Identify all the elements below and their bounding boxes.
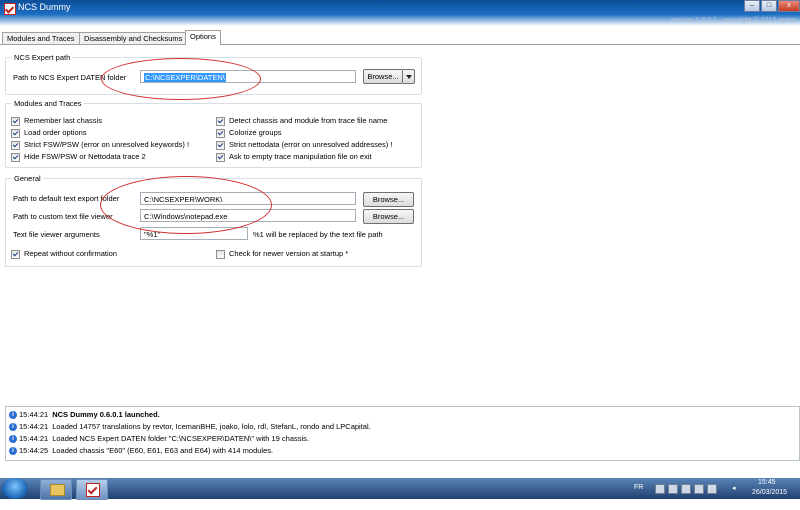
checkbox-box: [216, 141, 225, 150]
check-newer-version-checkbox[interactable]: Check for newer version at startup *: [216, 249, 348, 259]
viewer-args-input[interactable]: "%1": [140, 227, 248, 240]
daten-folder-label: Path to NCS Expert DATEN folder: [13, 73, 127, 82]
export-browse-button[interactable]: Browse...: [363, 192, 414, 207]
browse-dropdown-arrow[interactable]: [403, 69, 415, 84]
checkbox-label: Hide FSW/PSW or Nettodata trace 2: [24, 152, 146, 161]
viewer-args-label: Text file viewer arguments: [13, 230, 100, 239]
ask-empty-trace-checkbox[interactable]: Ask to empty trace manipulation file on …: [216, 152, 372, 162]
info-icon: i: [9, 423, 17, 432]
checkbox-label: Check for newer version at startup *: [229, 249, 349, 258]
tray-network-icon[interactable]: [681, 484, 691, 494]
title-bar[interactable]: NCS Dummy – □ x version 0.6.0.1 - copyri…: [0, 0, 800, 26]
tab-strip: Modules and Traces Disassembly and Check…: [0, 30, 800, 45]
viewer-args-hint: %1 will be replaced by the text file pat…: [253, 230, 383, 239]
ncs-dummy-icon: [86, 483, 100, 497]
viewer-browse-button[interactable]: Browse...: [363, 209, 414, 224]
window-title: NCS Dummy: [18, 2, 71, 12]
group-label: NCS Expert path: [12, 53, 73, 62]
checkbox-label: Load order options: [24, 128, 87, 137]
log-panel[interactable]: i 15:44:21 NCS Dummy 0.6.0.1 launched. i 15…: [5, 406, 800, 461]
checkbox-box: [11, 141, 20, 150]
checkbox-box: [11, 129, 20, 138]
taskbar: FR ◂ 15:45 26/03/2015: [0, 478, 800, 500]
checkbox-label: Detect chassis and module from trace fil…: [229, 116, 388, 125]
export-folder-input[interactable]: C:\NCSEXPER\WORK\: [140, 192, 356, 205]
checkbox-box: [216, 250, 225, 259]
checkbox-box: [216, 117, 225, 126]
app-icon: [4, 3, 16, 15]
detect-chassis-checkbox[interactable]: Detect chassis and module from trace fil…: [216, 116, 387, 126]
tray-power-icon[interactable]: [694, 484, 704, 494]
log-entry: i 15:44:21 NCS Dummy 0.6.0.1 launched.: [9, 409, 160, 420]
tab-disassembly-and-checksums[interactable]: Disassembly and Checksums: [79, 32, 188, 44]
daten-browse-button[interactable]: Browse...: [363, 69, 403, 84]
version-text: version 0.6.0.1 - copyright © 2013 revto…: [671, 17, 796, 24]
checkbox-label: Strict FSW/PSW (error on unresolved keyw…: [24, 140, 190, 149]
log-entry: i 15:44:25 Loaded chassis "E60" (E60, E61,…: [9, 445, 273, 456]
language-indicator[interactable]: FR: [634, 484, 643, 505]
checkbox-box: [11, 250, 20, 259]
checkbox-box: [11, 153, 20, 162]
log-entry: i 15:44:21 Loaded NCS Expert DATEN folder …: [9, 433, 309, 444]
info-icon: i: [9, 411, 17, 420]
window-controls: – □ x: [743, 0, 800, 12]
text-viewer-label: Path to custom text file viewer: [13, 212, 113, 221]
group-label: Modules and Traces: [12, 99, 84, 108]
info-icon: i: [9, 435, 17, 444]
folder-icon: [50, 484, 65, 496]
colorize-groups-checkbox[interactable]: Colorize groups: [216, 128, 282, 138]
tray-expand-icon[interactable]: ◂: [732, 484, 736, 505]
checkbox-label: Remember last chassis: [24, 116, 102, 125]
minimize-button[interactable]: –: [744, 0, 760, 12]
export-folder-label: Path to default text export folder: [13, 194, 120, 203]
clock-date[interactable]: 26/03/2015: [752, 489, 787, 510]
checkbox-box: [11, 117, 20, 126]
strict-nettodata-checkbox[interactable]: Strict nettodata (error on unresolved ad…: [216, 140, 392, 150]
ncs-dummy-taskbar-button[interactable]: [76, 479, 108, 500]
checkbox-label: Colorize groups: [229, 128, 282, 137]
explorer-taskbar-button[interactable]: [40, 479, 72, 500]
hide-fsw-psw-checkbox[interactable]: Hide FSW/PSW or Nettodata trace 2: [11, 152, 146, 162]
remember-last-chassis-checkbox[interactable]: Remember last chassis: [11, 116, 102, 126]
info-icon: i: [9, 447, 17, 456]
tray-app-icon[interactable]: [668, 484, 678, 494]
checkbox-label: Repeat without confirmation: [24, 249, 117, 258]
maximize-button[interactable]: □: [761, 0, 777, 12]
start-button[interactable]: [2, 478, 28, 499]
tray-volume-icon[interactable]: [707, 484, 717, 494]
checkbox-box: [216, 153, 225, 162]
group-label: General: [12, 174, 43, 183]
checkbox-label: Strict nettodata (error on unresolved ad…: [229, 140, 393, 149]
load-order-options-checkbox[interactable]: Load order options: [11, 128, 87, 138]
tab-modules-and-traces[interactable]: Modules and Traces: [2, 32, 80, 44]
checkbox-box: [216, 129, 225, 138]
strict-fsw-psw-checkbox[interactable]: Strict FSW/PSW (error on unresolved keyw…: [11, 140, 189, 150]
checkbox-label: Ask to empty trace manipulation file on …: [229, 152, 372, 161]
tray-flag-icon[interactable]: [655, 484, 665, 494]
log-entry: i 15:44:21 Loaded 14757 translations by re…: [9, 421, 371, 432]
daten-folder-input[interactable]: C:\NCSEXPER\DATEN\: [140, 70, 356, 83]
repeat-without-confirmation-checkbox[interactable]: Repeat without confirmation: [11, 249, 117, 259]
tab-options[interactable]: Options: [185, 30, 221, 45]
close-button[interactable]: x: [778, 0, 800, 12]
text-viewer-input[interactable]: C:\Windows\notepad.exe: [140, 209, 356, 222]
